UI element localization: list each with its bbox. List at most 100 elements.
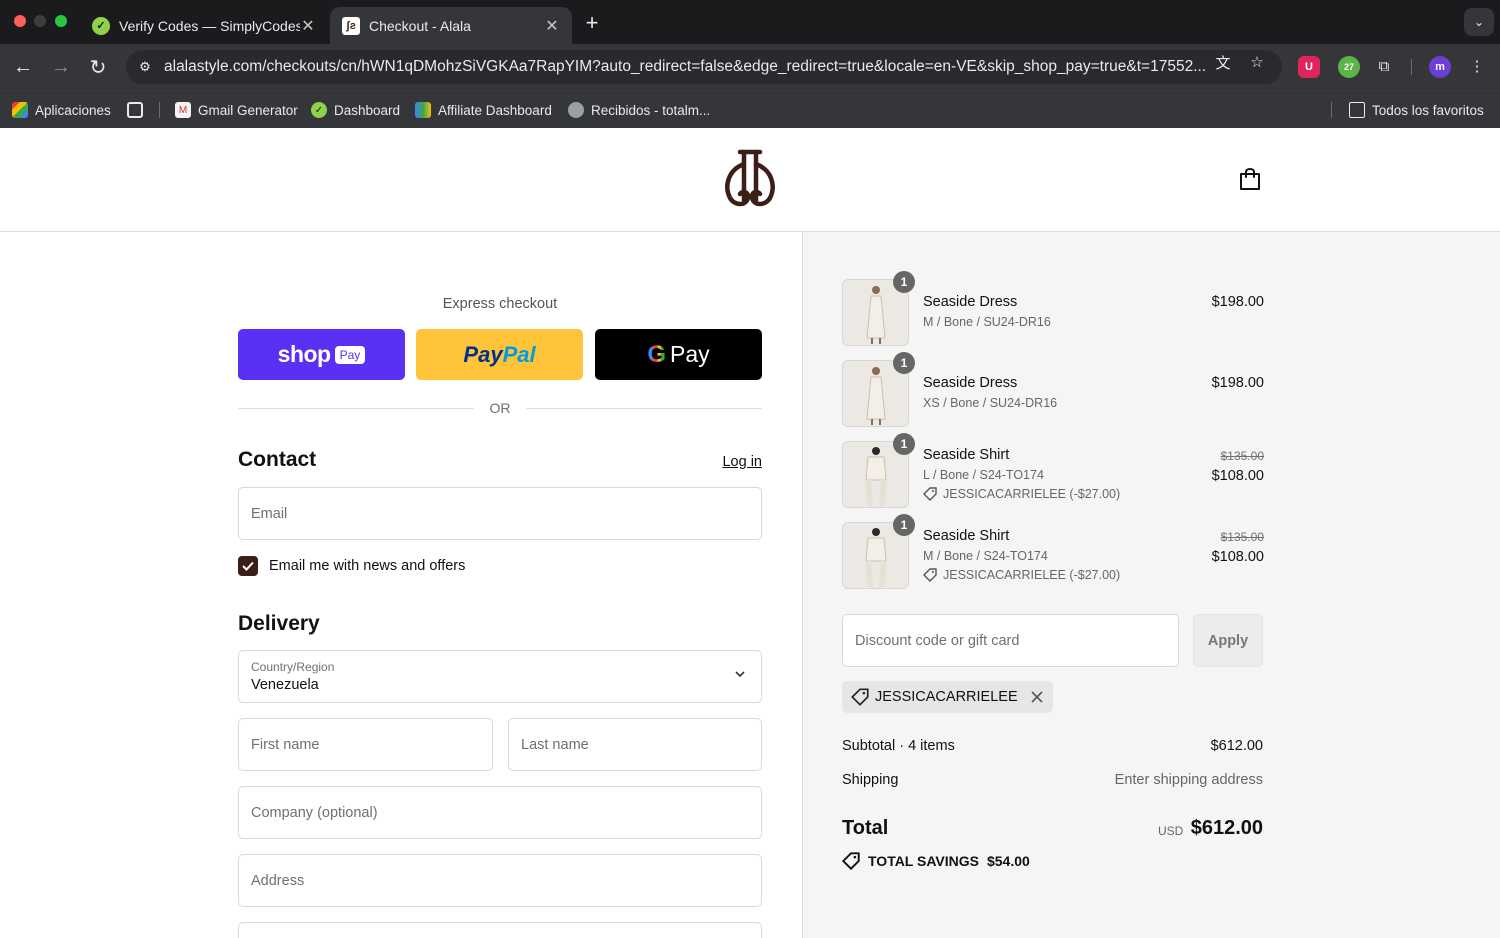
company-field[interactable]: Company (optional) [238, 786, 762, 839]
newsletter-label: Email me with news and offers [269, 558, 466, 574]
login-link[interactable]: Log in [722, 454, 762, 470]
quantity-badge: 1 [893, 352, 915, 374]
back-button[interactable]: ← [10, 54, 36, 80]
tab-title: Verify Codes — SimplyCodes [119, 17, 300, 34]
item-price: $198.00 [1211, 294, 1264, 310]
subtotal-value: $612.00 [1210, 738, 1263, 754]
apartment-field[interactable] [238, 922, 762, 938]
total-value: $612.00 [1190, 817, 1263, 839]
bookmark-separator [1331, 102, 1332, 118]
first-name-field[interactable]: First name [238, 718, 493, 771]
quantity-badge: 1 [893, 271, 915, 293]
alala-icon: ʃƨ [342, 16, 360, 35]
country-select[interactable]: Country/Region Venezuela [238, 650, 762, 703]
remove-discount-icon[interactable] [1030, 690, 1044, 704]
bookmark-label: Dashboard [334, 102, 401, 118]
ublock-icon[interactable]: U [1298, 56, 1320, 78]
bookmark-gmail-generator[interactable]: M Gmail Generator [175, 100, 298, 120]
bookmark-label: Todos los favoritos [1372, 102, 1484, 118]
reload-button[interactable]: ↻ [85, 54, 111, 80]
address-bar[interactable]: ⚙ alalastyle.com/checkouts/cn/hWN1qDMohz… [126, 50, 1282, 84]
applied-discount-tag: JESSICACARRIELEE [842, 681, 1053, 713]
profile-avatar[interactable]: m [1429, 56, 1451, 78]
address-field[interactable]: Address [238, 854, 762, 907]
tag-icon [923, 568, 937, 582]
quantity-badge: 1 [893, 514, 915, 536]
new-tab-button[interactable]: + [582, 10, 602, 36]
company-placeholder: Company (optional) [251, 804, 378, 821]
apply-discount-button[interactable]: Apply [1193, 614, 1263, 667]
contact-title: Contact [238, 448, 317, 471]
item-name: Seaside Dress [923, 375, 1018, 391]
paypal-button[interactable]: Pay Pal [416, 329, 583, 380]
cart-item: 1 Seaside Dress XS / Bone / SU24-DR16 $1… [842, 352, 1264, 428]
shop-pay-button[interactable]: shop Pay [238, 329, 405, 380]
item-name: Seaside Dress [923, 294, 1018, 310]
tab-title: Checkout - Alala [369, 17, 471, 34]
bookmark-apps[interactable]: Aplicaciones [12, 100, 111, 120]
tab-verify-codes[interactable]: ✓ Verify Codes — SimplyCodes ✕ [80, 7, 328, 44]
bookmark-dashboard[interactable]: ✓ Dashboard [311, 100, 400, 120]
express-checkout-title: Express checkout [442, 296, 558, 312]
item-price: $108.00 [1211, 468, 1264, 484]
all-bookmarks-folder[interactable]: Todos los favoritos [1349, 100, 1484, 120]
forward-button[interactable]: → [48, 54, 74, 80]
newsletter-checkbox[interactable] [238, 556, 258, 576]
cart-item: 1 Seaside Shirt L / Bone / S24-TO174 JES… [842, 433, 1264, 509]
tab-search-button[interactable]: ⌄ [1464, 8, 1494, 36]
close-tab-icon[interactable]: ✕ [544, 16, 560, 36]
minimize-window-button[interactable] [34, 15, 46, 27]
shipping-label: Shipping [842, 772, 899, 788]
address-placeholder: Address [251, 872, 305, 889]
simplycodes-icon: ✓ [311, 102, 327, 118]
item-price: $198.00 [1211, 375, 1264, 391]
browser-menu-icon[interactable]: ⋮ [1467, 56, 1487, 76]
item-price: $108.00 [1211, 549, 1264, 565]
item-discount: JESSICACARRIELEE (-$27.00) [923, 568, 1120, 582]
bookmark-label: Affiliate Dashboard [438, 102, 552, 118]
email-placeholder: Email [251, 505, 288, 522]
google-g-icon: G [647, 340, 667, 368]
cart-item: 1 Seaside Dress M / Bone / SU24-DR16 $19… [842, 271, 1264, 347]
item-name: Seaside Shirt [923, 447, 1010, 463]
discount-code-input[interactable]: Discount code or gift card [842, 614, 1179, 667]
translate-icon[interactable]: 文 [1213, 52, 1233, 72]
chevron-down-icon [735, 671, 745, 678]
affiliate-icon [415, 102, 431, 118]
profile-initial: m [1435, 61, 1445, 73]
total-label: Total [842, 817, 889, 839]
close-tab-icon[interactable]: ✕ [300, 16, 316, 36]
url-text: alalastyle.com/checkouts/cn/hWN1qDMohzSi… [164, 58, 1207, 75]
item-variant: M / Bone / SU24-DR16 [923, 315, 1051, 329]
bookmark-star-icon[interactable]: ☆ [1247, 52, 1267, 72]
bookmark-affiliate-dashboard[interactable]: Affiliate Dashboard [415, 100, 552, 120]
alala-logo[interactable] [722, 148, 778, 210]
shopping-bag-icon[interactable] [1238, 166, 1262, 192]
extension-badge: 27 [1343, 62, 1354, 72]
last-name-field[interactable]: Last name [508, 718, 762, 771]
tab-groups-button[interactable] [127, 100, 150, 120]
google-pay-label: Pay [670, 341, 710, 367]
maximize-window-button[interactable] [55, 15, 67, 27]
total-savings: TOTAL SAVINGS $54.00 [842, 852, 1030, 870]
simplycodes-icon: ✓ [92, 16, 110, 35]
discount-placeholder: Discount code or gift card [855, 632, 1020, 649]
google-pay-button[interactable]: G Pay [595, 329, 762, 380]
extensions-puzzle-icon[interactable]: ⧉ [1374, 56, 1394, 76]
item-variant: L / Bone / S24-TO174 [923, 468, 1044, 482]
checkout-form: Express checkout shop Pay Pay Pal G Pay … [238, 232, 762, 938]
checkout-page: Express checkout shop Pay Pay Pal G Pay … [0, 128, 1500, 938]
subtotal-label: Subtotal · 4 items [842, 738, 955, 754]
site-settings-icon[interactable]: ⚙ [136, 58, 154, 76]
bookmark-recibidos[interactable]: Recibidos - totalm... [568, 100, 710, 120]
tab-checkout[interactable]: ʃƨ Checkout - Alala ✕ [330, 7, 572, 44]
close-window-button[interactable] [14, 15, 26, 27]
toolbar-divider [1411, 59, 1412, 75]
email-field[interactable]: Email [238, 487, 762, 540]
item-variant: XS / Bone / SU24-DR16 [923, 396, 1058, 410]
folder-icon [1349, 102, 1365, 118]
simplycodes-extension-icon[interactable]: 27 [1338, 56, 1360, 78]
or-divider: OR [238, 398, 762, 418]
or-text: OR [489, 400, 511, 416]
item-original-price: $135.00 [1220, 530, 1264, 544]
